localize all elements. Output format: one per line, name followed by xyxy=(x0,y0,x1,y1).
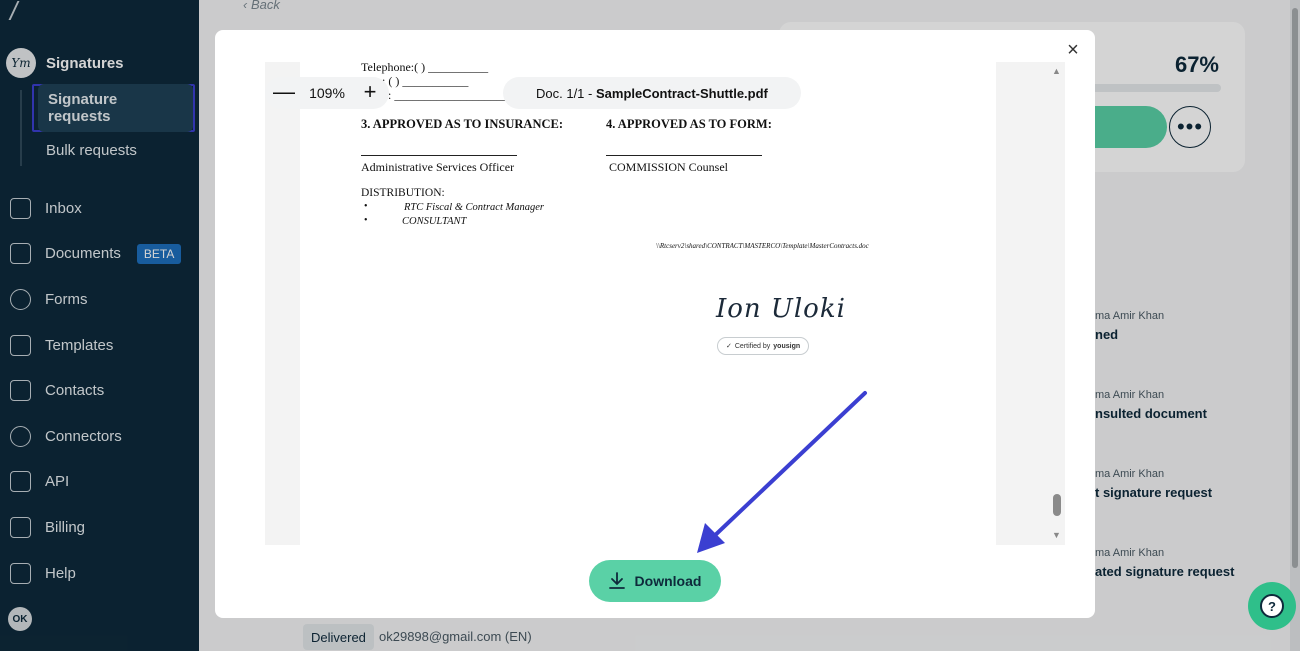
scroll-up-icon[interactable]: ▲ xyxy=(1052,66,1061,76)
document-counter: Doc. 1/1 - xyxy=(536,85,593,101)
close-icon[interactable]: × xyxy=(1063,40,1083,60)
file-path: \\Rtcserv2\shared\CONTRACT\MASTERCO\Temp… xyxy=(656,242,869,250)
help-chat-button[interactable]: ? xyxy=(1248,582,1296,630)
zoom-in-button[interactable]: + xyxy=(359,81,381,104)
download-button[interactable]: Download xyxy=(589,560,721,602)
document-name: SampleContract-Shuttle.pdf xyxy=(595,85,768,101)
pdf-page: Telephone:( ) __________ x: ( ) ________… xyxy=(300,62,996,545)
zoom-pill: — 109% + xyxy=(265,77,389,109)
yousign-brand: yousign xyxy=(773,342,801,350)
fax-line: x: ( ) ___________ xyxy=(376,74,469,88)
counsel-label: COMMISSION Counsel xyxy=(609,160,729,174)
bullet: • xyxy=(364,215,368,226)
bullet: • xyxy=(364,201,368,212)
zoom-out-button[interactable]: — xyxy=(273,81,295,104)
pdf-viewer[interactable]: Telephone:( ) __________ x: ( ) ________… xyxy=(265,62,1065,545)
download-label: Download xyxy=(634,573,702,589)
zoom-level: 109% xyxy=(309,85,345,101)
help-question-icon: ? xyxy=(1260,594,1284,618)
email-line: ail: ____________________ xyxy=(376,88,515,102)
distribution-item: CONSULTANT xyxy=(402,216,467,227)
document-name-pill: Doc. 1/1 - SampleContract-Shuttle.pdf xyxy=(503,77,801,109)
check-icon: ✓ xyxy=(726,343,732,350)
signature-line xyxy=(361,155,517,156)
arrow-annotation xyxy=(697,391,867,553)
zoom-controls: — 109% + xyxy=(265,77,389,109)
certified-badge: ✓ Certified by yousign xyxy=(717,337,810,355)
section-4-heading: 4. APPROVED AS TO FORM: xyxy=(606,117,772,131)
distribution-item: RTC Fiscal & Contract Manager xyxy=(404,202,544,213)
viewer-scrollbar[interactable]: ▲ ▼ xyxy=(1049,62,1065,545)
signature-image: Ion Uloki xyxy=(716,294,846,324)
distribution-label: DISTRIBUTION: xyxy=(361,187,445,199)
scroll-down-icon[interactable]: ▼ xyxy=(1052,530,1061,540)
download-icon xyxy=(608,572,625,589)
certified-label: Certified by xyxy=(734,342,771,350)
document-preview-modal: × Telephone:( ) __________ x: ( ) ______… xyxy=(215,30,1095,618)
officer-label: Administrative Services Officer xyxy=(361,160,515,174)
section-3-heading: 3. APPROVED AS TO INSURANCE: xyxy=(361,117,564,131)
viewer-scrollbar-thumb[interactable] xyxy=(1053,494,1061,516)
signature-line xyxy=(606,155,762,156)
